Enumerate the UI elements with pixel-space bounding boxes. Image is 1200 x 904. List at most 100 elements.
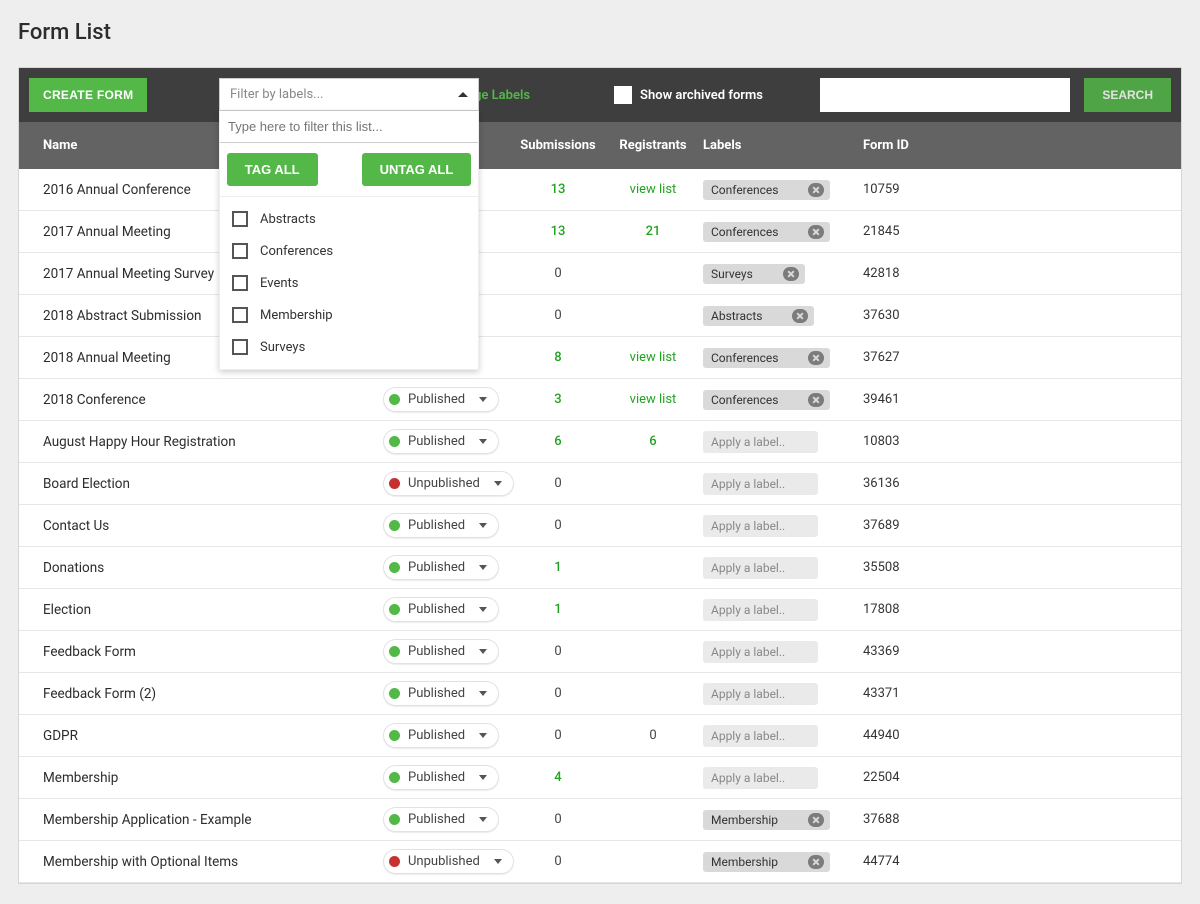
form-id: 22504 (863, 770, 983, 785)
label-chip[interactable]: Conferences (703, 222, 830, 242)
create-form-button[interactable]: CREATE FORM (29, 78, 147, 112)
submissions-count[interactable]: 6 (513, 434, 603, 449)
close-icon[interactable] (808, 225, 824, 239)
label-chip[interactable]: Membership (703, 810, 830, 830)
form-name[interactable]: Membership (43, 770, 383, 786)
apply-label-input[interactable]: Apply a label.. (703, 599, 818, 621)
apply-label-input[interactable]: Apply a label.. (703, 473, 818, 495)
submissions-count: 0 (513, 686, 603, 701)
status-cell: Published (383, 807, 513, 832)
registrants-count[interactable]: 21 (603, 224, 703, 239)
filter-labels-search-input[interactable] (220, 111, 478, 143)
submissions-count[interactable]: 13 (513, 182, 603, 197)
chevron-down-icon (479, 733, 487, 738)
submissions-count[interactable]: 8 (513, 350, 603, 365)
status-pill[interactable]: Unpublished (383, 471, 514, 496)
submissions-count: 0 (513, 812, 603, 827)
registrants-count[interactable]: 6 (603, 434, 703, 449)
status-pill[interactable]: Published (383, 387, 499, 412)
label-chip[interactable]: Surveys (703, 264, 805, 284)
registrants-view-list-link[interactable]: view list (603, 392, 703, 407)
form-name[interactable]: Contact Us (43, 518, 383, 534)
label-cell: Apply a label.. (703, 473, 863, 495)
label-chip[interactable]: Conferences (703, 348, 830, 368)
filter-option[interactable]: Membership (220, 299, 478, 331)
untag-all-button[interactable]: UNTAG ALL (362, 153, 472, 186)
status-cell: Published (383, 597, 513, 622)
status-pill[interactable]: Published (383, 639, 499, 664)
status-pill[interactable]: Published (383, 681, 499, 706)
apply-label-input[interactable]: Apply a label.. (703, 431, 818, 453)
apply-label-input[interactable]: Apply a label.. (703, 767, 818, 789)
checkbox-icon (232, 211, 248, 227)
close-icon[interactable] (808, 813, 824, 827)
close-icon[interactable] (783, 267, 799, 281)
apply-label-input[interactable]: Apply a label.. (703, 515, 818, 537)
label-chip[interactable]: Conferences (703, 390, 830, 410)
search-input[interactable] (820, 78, 1070, 112)
filter-option[interactable]: Events (220, 267, 478, 299)
form-name[interactable]: August Happy Hour Registration (43, 434, 383, 450)
apply-label-input[interactable]: Apply a label.. (703, 683, 818, 705)
label-chip[interactable]: Membership (703, 852, 830, 872)
status-pill[interactable]: Published (383, 513, 499, 538)
apply-label-input[interactable]: Apply a label.. (703, 641, 818, 663)
status-cell: Published (383, 639, 513, 664)
submissions-count[interactable]: 1 (513, 560, 603, 575)
close-icon[interactable] (792, 309, 808, 323)
filter-option[interactable]: Surveys (220, 331, 478, 363)
close-icon[interactable] (808, 351, 824, 365)
label-chip-text: Abstracts (711, 309, 762, 323)
close-icon[interactable] (808, 183, 824, 197)
submissions-count[interactable]: 4 (513, 770, 603, 785)
submissions-count[interactable]: 1 (513, 602, 603, 617)
status-text: Published (408, 770, 465, 785)
label-chip[interactable]: Conferences (703, 180, 830, 200)
status-pill[interactable]: Published (383, 597, 499, 622)
form-id: 43371 (863, 686, 983, 701)
registrants-view-list-link[interactable]: view list (603, 182, 703, 197)
filter-option[interactable]: Abstracts (220, 203, 478, 235)
submissions-count[interactable]: 13 (513, 224, 603, 239)
status-dot-green-icon (389, 604, 400, 615)
form-name[interactable]: Donations (43, 560, 383, 576)
close-icon[interactable] (808, 393, 824, 407)
form-name[interactable]: GDPR (43, 728, 383, 744)
apply-label-input[interactable]: Apply a label.. (703, 725, 818, 747)
registrants-view-list-link[interactable]: view list (603, 350, 703, 365)
label-cell: Apply a label.. (703, 557, 863, 579)
search-button[interactable]: SEARCH (1084, 78, 1171, 112)
show-archived-checkbox[interactable]: Show archived forms (614, 86, 763, 104)
form-name[interactable]: 2018 Conference (43, 392, 383, 408)
close-icon[interactable] (808, 855, 824, 869)
filter-options-list: Abstracts Conferences EventsMembershipSurv… (220, 197, 478, 369)
form-name[interactable]: Election (43, 602, 383, 618)
status-dot-green-icon (389, 436, 400, 447)
form-name[interactable]: Feedback Form (2) (43, 686, 383, 702)
filter-option[interactable]: Conferences (220, 235, 478, 267)
submissions-count[interactable]: 3 (513, 392, 603, 407)
form-name[interactable]: Board Election (43, 476, 383, 492)
status-pill[interactable]: Published (383, 807, 499, 832)
filter-option-label: Conferences (260, 244, 333, 259)
status-dot-green-icon (389, 562, 400, 573)
tag-all-button[interactable]: TAG ALL (227, 153, 318, 186)
form-name[interactable]: Feedback Form (43, 644, 383, 660)
form-id: 10803 (863, 434, 983, 449)
status-pill[interactable]: Published (383, 429, 499, 454)
status-pill[interactable]: Published (383, 765, 499, 790)
form-name[interactable]: Membership with Optional Items (43, 854, 383, 870)
status-pill[interactable]: Published (383, 723, 499, 748)
caret-up-icon (458, 92, 468, 97)
label-chip-text: Membership (711, 855, 778, 869)
status-pill[interactable]: Published (383, 555, 499, 580)
form-id: 10759 (863, 182, 983, 197)
status-text: Published (408, 728, 465, 743)
apply-label-input[interactable]: Apply a label.. (703, 557, 818, 579)
form-id: 17808 (863, 602, 983, 617)
status-dot-green-icon (389, 730, 400, 741)
form-name[interactable]: Membership Application - Example (43, 812, 383, 828)
label-chip[interactable]: Abstracts (703, 306, 814, 326)
status-pill[interactable]: Unpublished (383, 849, 514, 874)
filter-labels-trigger[interactable]: Filter by labels... (219, 78, 479, 111)
